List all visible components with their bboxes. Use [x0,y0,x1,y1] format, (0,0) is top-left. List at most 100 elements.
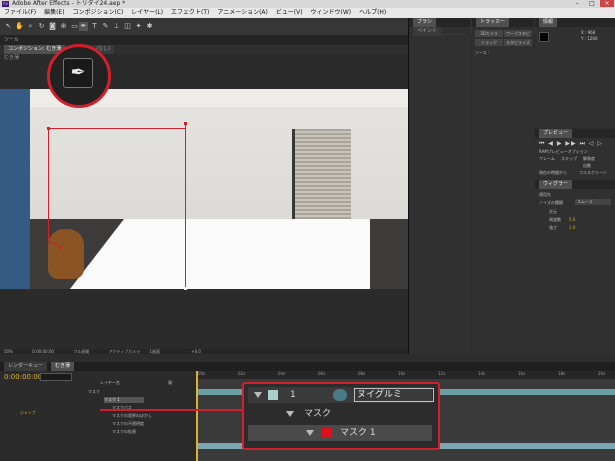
row-jump[interactable]: ジャンプ [20,410,36,416]
row-mask-1[interactable]: マスク 1 [104,397,144,403]
mask-vertex[interactable] [59,246,62,249]
rectangle-tool-icon[interactable]: ▭ [70,22,79,31]
menu-file[interactable]: ファイル(F) [4,9,36,16]
tab-info[interactable]: 情報 [539,18,558,27]
menu-window[interactable]: ウィンドウ(W) [311,9,352,16]
tab-preview[interactable]: プレビュー [539,129,573,138]
mask-1-label: マスク 1 [340,428,376,438]
tab-comp-timeline[interactable]: むき薄 [50,362,74,371]
timeline-timecode[interactable]: 0:00:00:00 [4,373,42,381]
tab-wiggler[interactable]: ウィグラー [539,180,573,189]
camera-tool-icon[interactable]: ◙ [48,22,57,31]
scene-window-blinds [292,129,351,219]
stabilize-motion-button[interactable]: スタビライズ [504,39,532,46]
zoom-level[interactable]: 50% [4,349,13,354]
close-button[interactable]: × [600,0,614,7]
track-camera-button[interactable]: 3Dカメラ [475,30,503,37]
wiggle-kind-select[interactable]: スムーズ [575,199,611,205]
mask-color-swatch [322,428,332,438]
track-motion-button[interactable]: トラック [475,39,503,46]
warp-stabilizer-button[interactable]: ワープスタビ [504,30,532,37]
menu-help[interactable]: ヘルプ(H) [359,9,386,16]
exposure-value[interactable]: +0.0 [191,349,201,354]
viewer-footer: 50% 0:00:00:00 フル画質 アクティブカメラ 1画面 +0.0 [0,349,408,354]
expand-triangle-icon [254,392,262,398]
composition-canvas[interactable] [0,89,408,289]
wiggle-mag-value[interactable]: 1.0 [569,225,575,230]
preview-from-current[interactable]: 現在の時間から [539,170,567,176]
preview-panel: プレビュー ⏮ ◀ ▶ ▶▶ ⏭ ◁ ▷ RAMプレビューオプション フレーム … [535,129,615,179]
preview-fullscreen[interactable]: フルスクリーン [579,170,607,176]
info-x: X : 968 [581,30,596,35]
ruler-tick: 00s [198,371,206,376]
row-mask-expansion[interactable]: マスクの拡張 [112,429,136,435]
pen-tool-callout: ✒ [47,44,111,108]
ruler-tick: 06s [318,371,326,376]
menu-layer[interactable]: レイヤー(L) [131,9,163,16]
timeline-search-input[interactable] [40,373,72,381]
views-select[interactable]: 1画面 [149,349,160,354]
brush-tool-icon[interactable]: ✎ [101,22,110,31]
maximize-button[interactable]: □ [585,0,599,7]
row-mask-feather[interactable]: マスクの境界のぼかし [112,413,152,419]
mask-vertex[interactable] [184,122,187,125]
row-mask-opacity[interactable]: マスクの不透明度 [112,421,144,427]
mask-path-left [48,128,49,240]
wiggle-freq-value[interactable]: 5.0 [569,217,575,222]
menu-view[interactable]: ビュー(V) [276,9,303,16]
app-icon: Ae [2,1,9,7]
time-ruler[interactable]: 00s 02s 04s 06s 08s 10s 12s 14s 16s 18s … [196,371,615,379]
tab-tracker[interactable]: トラッカー [476,18,510,27]
menu-composition[interactable]: コンポジション(C) [72,9,123,16]
rotate-tool-icon[interactable]: ↻ [37,22,46,31]
wiggle-apply-label: 適用先 [539,192,551,197]
pen-tool-icon[interactable]: ✒ [79,22,88,31]
zoom-row-mask-1[interactable]: マスク 1 [248,425,432,441]
viewer-header: ツール [0,35,408,45]
menu-effect[interactable]: エフェクト(T) [171,9,209,16]
preview-frame-label: フレーム [539,156,555,161]
camera-select[interactable]: アクティブカメラ [109,349,141,354]
ruler-tick: 02s [238,371,246,376]
timeline-layer-list: マスク マスク 1 マスクパス マスクの境界のぼかし マスクの不透明度 マスクの… [0,386,196,461]
brush-panel: ブラシ ペイント [409,18,471,354]
puppet-pin-tool-icon[interactable]: ✱ [145,22,154,31]
minimize-button[interactable]: – [570,0,584,7]
scene-teddy-bear [48,229,84,279]
preview-skip-label: スキップ [561,156,577,161]
menu-animation[interactable]: アニメーション(A) [217,9,268,16]
current-time[interactable]: 0:00:00:00 [32,349,54,354]
zoom-tool-icon[interactable]: ⌕ [26,22,35,31]
preview-resolution-label: 解像度 [583,156,595,161]
pan-behind-tool-icon[interactable]: ⊕ [59,22,68,31]
ruler-tick: 04s [278,371,286,376]
resolution-select[interactable]: フル画質 [73,349,89,354]
preview-controls[interactable]: ⏮ ◀ ▶ ▶▶ ⏭ ◁ ▷ [539,140,603,148]
mask-vertex[interactable] [184,287,187,290]
menu-bar: ファイル(F) 編集(E) コンポジション(C) レイヤー(L) エフェクト(T… [0,8,615,18]
title-bar: Ae Adobe After Effects - トリダイ24.aep * – … [0,0,615,8]
type-tool-icon[interactable]: T [90,22,99,31]
ruler-tick: 10s [398,371,406,376]
zoom-row-layer: 1 ヌイグルミ [248,387,434,403]
ruler-tick: 16s [518,371,526,376]
scene-person [0,89,30,289]
tab-render-queue[interactable]: レンダーキュー [4,362,48,371]
clone-stamp-tool-icon[interactable]: ⊥ [112,22,121,31]
hand-tool-icon[interactable]: ✋ [15,22,24,31]
eraser-tool-icon[interactable]: ◫ [123,22,132,31]
mask-path-top [48,128,186,129]
layer-type-icon [333,389,347,401]
color-swatch [539,32,549,42]
tab-brush[interactable]: ブラシ [413,18,436,27]
layer-name-field[interactable]: ヌイグルミ [354,388,434,402]
wiggle-freq-label: 周波数 [549,217,561,222]
expand-triangle-icon [286,411,294,417]
preview-resolution-value[interactable]: 自動 [583,163,591,169]
menu-edit[interactable]: 編集(E) [44,9,64,16]
roto-brush-tool-icon[interactable]: ✦ [134,22,143,31]
selection-tool-icon[interactable]: ↖ [4,22,13,31]
current-time-indicator[interactable] [196,371,198,461]
mask-vertex[interactable] [47,127,50,130]
row-mask[interactable]: マスク [88,389,100,395]
